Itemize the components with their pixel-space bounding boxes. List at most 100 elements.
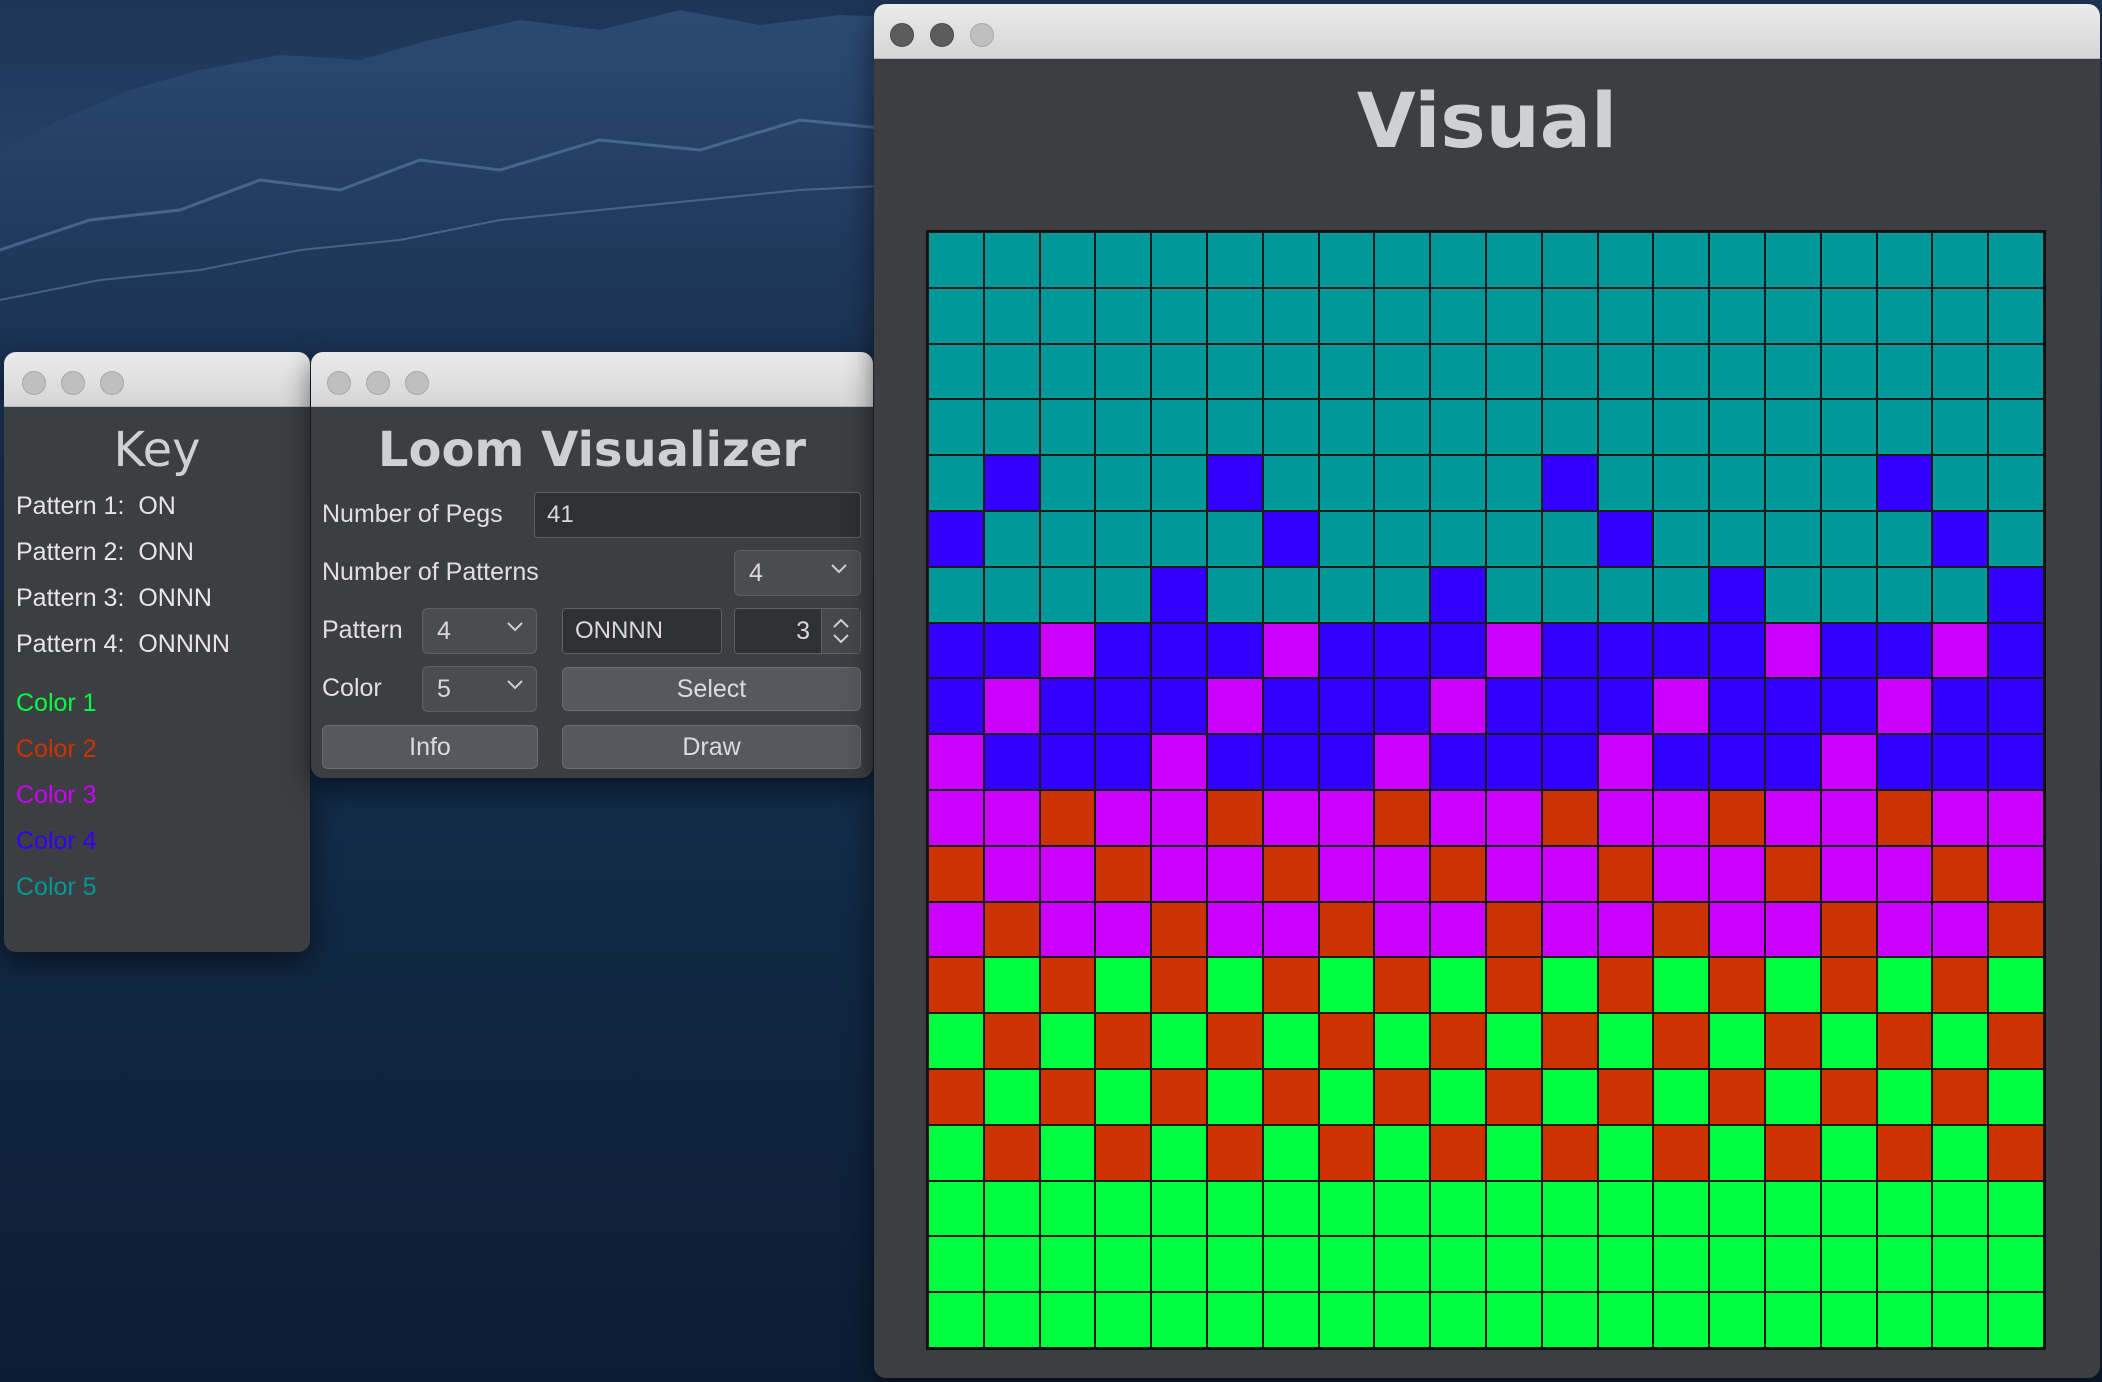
grid-cell [1932, 232, 1989, 288]
select-button[interactable]: Select [562, 667, 861, 711]
grid-cell [983, 566, 1040, 623]
minimize-button[interactable] [61, 371, 85, 395]
grid-cell [928, 734, 984, 790]
grid-cell [983, 1180, 1040, 1237]
grid-cell [1709, 510, 1765, 567]
grid-cell [1151, 1180, 1207, 1237]
grid-cell [1485, 901, 1542, 958]
info-button[interactable]: Info [322, 725, 538, 769]
grid-cell [1541, 1236, 1598, 1293]
grid-cell [1151, 845, 1207, 902]
grid-cell [1709, 789, 1765, 846]
grid-cell [1095, 343, 1152, 400]
grid-cell [1374, 957, 1431, 1014]
grid-cell [1318, 845, 1375, 902]
key-window: Key Pattern 1: ON Pattern 2: ONN Pattern… [4, 352, 310, 952]
grid-cell [1597, 287, 1654, 344]
grid-cell [1541, 1013, 1598, 1069]
patterns-count-select[interactable]: 4 [734, 550, 861, 596]
grid-cell [1541, 566, 1598, 623]
grid-cell [1988, 343, 2044, 400]
key-window-titlebar[interactable] [4, 352, 310, 407]
color-1-label: Color 1 [16, 689, 97, 717]
visual-title: Visual [1356, 76, 1618, 165]
grid-cell [1485, 1180, 1542, 1237]
zoom-button[interactable] [970, 23, 994, 47]
patterns-count-value: 4 [749, 559, 763, 587]
grid-cell [1095, 622, 1152, 679]
grid-cell [1374, 901, 1431, 958]
grid-cell [983, 455, 1040, 511]
grid-cell [1262, 455, 1319, 511]
zoom-button[interactable] [405, 371, 429, 395]
draw-button[interactable]: Draw [562, 725, 861, 769]
grid-cell [1876, 789, 1933, 846]
grid-cell [1653, 789, 1710, 846]
grid-cell [1988, 232, 2044, 288]
grid-cell [1541, 1124, 1598, 1181]
grid-cell [1095, 510, 1152, 567]
grid-cell [1039, 1236, 1096, 1293]
grid-cell [1151, 1124, 1207, 1181]
pattern-text-input[interactable]: ONNNN [562, 608, 722, 654]
grid-cell [1820, 1180, 1877, 1237]
loom-window-titlebar[interactable] [311, 352, 873, 407]
grid-cell [1653, 1236, 1710, 1293]
grid-cell [1485, 566, 1542, 623]
grid-cell [928, 789, 984, 846]
grid-cell [1374, 845, 1431, 902]
grid-cell [1653, 566, 1710, 623]
grid-cell [1206, 845, 1263, 902]
grid-cell [1820, 343, 1877, 400]
grid-cell [1095, 1292, 1152, 1348]
pattern-stepper-value: 3 [796, 617, 810, 645]
grid-cell [928, 343, 984, 400]
grid-cell [1430, 734, 1486, 790]
zoom-button[interactable] [100, 371, 124, 395]
color-select[interactable]: 5 [422, 666, 537, 712]
grid-cell [1039, 1124, 1096, 1181]
grid-cell [1820, 510, 1877, 567]
grid-cell [1541, 455, 1598, 511]
grid-cell [928, 678, 984, 735]
pattern-2-row: Pattern 2: ONN [16, 538, 194, 566]
grid-cell [928, 510, 984, 567]
grid-cell [1151, 622, 1207, 679]
grid-cell [1597, 566, 1654, 623]
grid-cell [1039, 343, 1096, 400]
grid-cell [1709, 1180, 1765, 1237]
minimize-button[interactable] [366, 371, 390, 395]
visual-window-titlebar[interactable] [874, 4, 2100, 59]
pegs-input[interactable]: 41 [534, 492, 861, 538]
grid-cell [1485, 1236, 1542, 1293]
grid-cell [1932, 678, 1989, 735]
pattern-stepper[interactable]: 3 [734, 608, 861, 654]
grid-cell [1262, 232, 1319, 288]
grid-cell [1151, 678, 1207, 735]
stepper-arrows[interactable] [821, 609, 860, 653]
grid-cell [1318, 510, 1375, 567]
grid-cell [1876, 622, 1933, 679]
grid-cell [1932, 1180, 1989, 1237]
grid-cell [1709, 734, 1765, 790]
pattern-select[interactable]: 4 [422, 608, 537, 654]
grid-cell [1039, 510, 1096, 567]
grid-cell [1541, 1292, 1598, 1348]
close-button[interactable] [22, 371, 46, 395]
close-button[interactable] [890, 23, 914, 47]
grid-cell [1541, 901, 1598, 958]
grid-cell [1206, 287, 1263, 344]
grid-cell [1374, 1124, 1431, 1181]
grid-cell [928, 1013, 984, 1069]
grid-cell [1653, 510, 1710, 567]
grid-cell [1374, 1236, 1431, 1293]
grid-cell [1932, 845, 1989, 902]
pattern-3-row: Pattern 3: ONNN [16, 584, 212, 612]
grid-cell [1485, 1292, 1542, 1348]
minimize-button[interactable] [930, 23, 954, 47]
close-button[interactable] [327, 371, 351, 395]
grid-cell [1318, 1013, 1375, 1069]
grid-cell [1485, 287, 1542, 344]
grid-cell [1374, 232, 1431, 288]
grid-cell [1206, 343, 1263, 400]
